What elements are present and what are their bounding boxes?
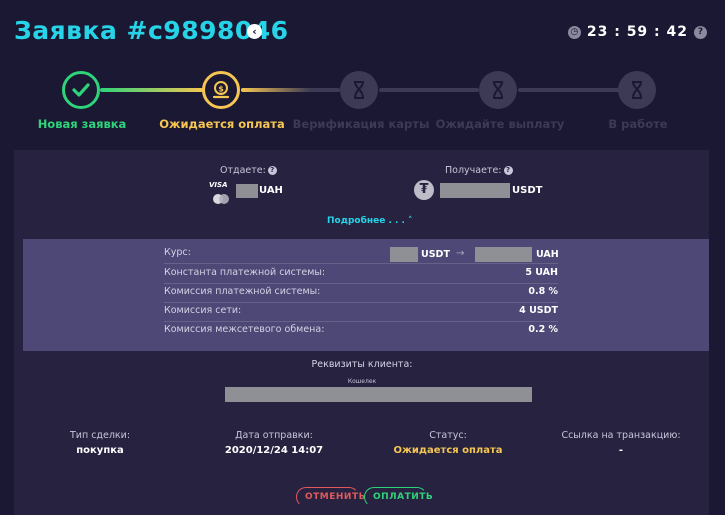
clock-icon: ◷ xyxy=(567,25,581,39)
check-icon xyxy=(72,83,90,97)
rate-from-currency: USDT xyxy=(421,249,450,260)
help-icon[interactable]: ? xyxy=(503,166,513,175)
give-amount-redacted xyxy=(236,184,258,198)
hourglass-icon xyxy=(493,81,503,99)
tether-icon: ₮ xyxy=(414,180,434,200)
tx-link-block: Ссылка на транзакцию: - xyxy=(561,430,680,456)
receive-label: Получаете: xyxy=(445,165,502,176)
arrow-right-icon: → xyxy=(456,248,465,259)
info-label: Тип сделки: xyxy=(69,430,131,441)
step-connector xyxy=(379,88,479,92)
info-value[interactable]: - xyxy=(561,445,680,456)
detail-row: Комиссия межсетевого обмена: 0.2 % xyxy=(164,322,558,340)
give-label: Отдаете: xyxy=(220,165,266,176)
detail-row: Константа платежной системы: 5 UAH xyxy=(164,265,558,284)
receive-label-group: Получаете:? xyxy=(445,165,513,176)
step-card-verification xyxy=(340,71,378,109)
step-label: Новая заявка xyxy=(37,117,127,131)
rate-from-redacted xyxy=(390,247,418,262)
info-label: Ссылка на транзакцию: xyxy=(561,430,681,441)
give-currency: UAH xyxy=(259,185,283,196)
step-await-payout xyxy=(479,71,517,109)
pay-button[interactable]: ОПЛАТИТЬ xyxy=(364,487,433,507)
detail-row: Комиссия сети: 4 USDT xyxy=(164,303,558,322)
detail-label: Комиссия межсетевого обмена: xyxy=(164,324,325,335)
wallet-address-redacted xyxy=(225,387,532,402)
step-connector xyxy=(100,88,203,92)
step-label: В работе xyxy=(608,117,668,131)
info-label: Статус: xyxy=(429,430,467,441)
rate-to-redacted xyxy=(475,247,532,262)
hourglass-icon xyxy=(354,81,364,99)
step-awaiting-payment: $ xyxy=(202,71,240,109)
detail-label: Комиссия сети: xyxy=(164,305,242,316)
receive-amount-redacted xyxy=(440,183,510,198)
step-in-progress xyxy=(618,71,656,109)
receive-currency: USDT xyxy=(512,185,543,196)
detail-value: 0.2 % xyxy=(528,324,558,335)
detail-value: 5 UAH xyxy=(525,267,558,278)
step-new-order xyxy=(62,71,100,109)
deal-type-block: Тип сделки: покупка xyxy=(70,430,130,456)
mastercard-icon xyxy=(211,190,231,204)
hourglass-icon xyxy=(632,81,642,99)
rate-to-currency: UAH xyxy=(536,249,559,260)
chevron-up-icon: ˄ xyxy=(407,216,413,226)
detail-label: Курс: xyxy=(164,247,191,258)
status-block: Статус: Ожидается оплата xyxy=(393,430,502,456)
detail-label: Комиссия платежной системы: xyxy=(164,286,321,297)
status-value: Ожидается оплата xyxy=(393,445,503,456)
info-label: Дата отправки: xyxy=(235,430,313,441)
info-value: покупка xyxy=(76,445,124,456)
more-details-label: Подробнее . . . xyxy=(327,216,405,226)
countdown-timer: 23 : 59 : 42 xyxy=(586,24,688,40)
info-value: 2020/12/24 14:07 xyxy=(224,445,324,456)
visa-logo: VISA xyxy=(209,181,228,189)
step-connector xyxy=(518,88,619,92)
wallet-label: Кошелек xyxy=(347,378,377,385)
help-icon[interactable]: ? xyxy=(694,25,707,39)
client-requisites-title: Реквизиты клиента: xyxy=(311,359,413,370)
step-label: Ожидайте выплату xyxy=(435,117,565,131)
cancel-button[interactable]: ОТМЕНИТЬ xyxy=(296,487,365,507)
more-details-link[interactable]: Подробнее . . . ˄ xyxy=(327,216,412,226)
svg-text:$: $ xyxy=(218,85,224,94)
detail-row: Комиссия платежной системы: 0.8 % xyxy=(164,284,558,303)
money-icon: $ xyxy=(212,81,230,99)
give-label-group: Отдаете:? xyxy=(220,165,277,176)
detail-value: 4 USDT xyxy=(519,305,558,316)
detail-value: 0.8 % xyxy=(528,286,558,297)
timer-group: ◷ 23 : 59 : 42 ? xyxy=(567,24,707,40)
send-date-block: Дата отправки: 2020/12/24 14:07 xyxy=(225,430,323,456)
help-icon[interactable]: ? xyxy=(267,166,277,175)
step-connector xyxy=(241,88,340,92)
step-label: Ожидается оплата xyxy=(159,117,285,131)
step-label: Верификация карты xyxy=(292,117,430,131)
back-arrow-icon[interactable]: ‹ xyxy=(247,24,262,39)
detail-label: Константа платежной системы: xyxy=(164,267,326,278)
